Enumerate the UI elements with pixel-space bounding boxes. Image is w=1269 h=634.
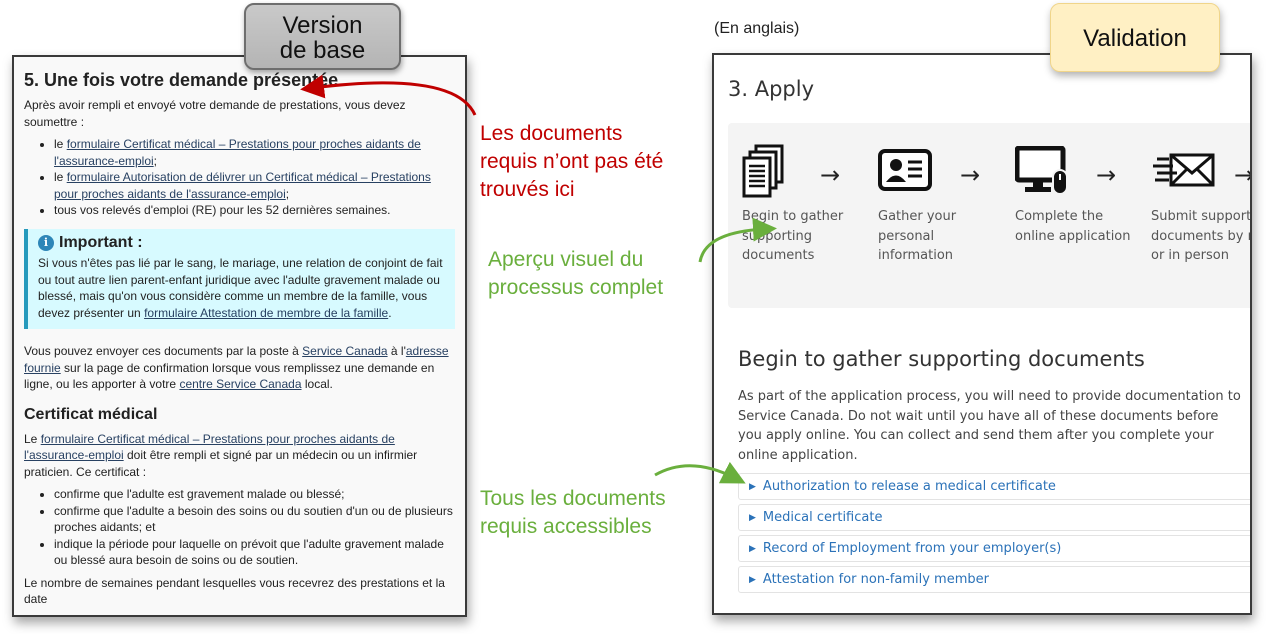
id-card-icon <box>878 143 1008 199</box>
section-title: Begin to gather supporting documents <box>738 347 1145 371</box>
list-item: confirme que l'adulte a besoin des soins… <box>54 503 455 536</box>
step-online-application: Complete the online application <box>1015 143 1145 246</box>
validation-tag: Validation <box>1050 3 1220 72</box>
annotation-all-docs-accessible: Tous les documents requis accessibles <box>480 487 666 538</box>
triangle-right-icon: ▶ <box>749 481 756 492</box>
list-item: confirme que l'adulte est gravement mala… <box>54 486 455 503</box>
arrow-right-icon: → <box>820 161 841 189</box>
arrow-right-icon: → <box>1096 161 1117 189</box>
medical-certificate-form-link[interactable]: formulaire Certificat médical – Prestati… <box>54 137 421 168</box>
accordion-medical-certificate[interactable]: ▶ Medical certificate <box>738 504 1250 531</box>
apply-title: 3. Apply <box>728 77 814 101</box>
documents-accordion: ▶ Authorization to release a medical cert… <box>738 473 1250 597</box>
accordion-authorization[interactable]: ▶ Authorization to release a medical cert… <box>738 473 1250 500</box>
weeks-paragraph: Le nombre de semaines pendant lesquelles… <box>24 575 445 607</box>
language-note: (En anglais) <box>714 20 800 37</box>
accordion-record-of-employment[interactable]: ▶ Record of Employment from your employer… <box>738 535 1250 562</box>
medical-certificate-paragraph: Le formulaire Certificat médical – Prest… <box>24 431 418 479</box>
important-notice: i Important : Si vous n'êtes pas lié par… <box>24 228 455 329</box>
section-description: As part of the application process, you … <box>738 389 1241 463</box>
arrow-right-icon: → <box>1234 161 1250 189</box>
triangle-right-icon: ▶ <box>749 543 756 554</box>
list-item: tous vos relevés d'emploi (RE) pour les … <box>54 202 455 219</box>
baseline-page-panel: 5. Une fois votre demande présentée Aprè… <box>12 55 467 617</box>
baseline-intro: Après avoir rempli et envoyé votre deman… <box>24 98 406 129</box>
step-gather-documents: Begin to gather supporting documents <box>742 143 872 266</box>
step-personal-info: Gather your personal information <box>878 143 1008 266</box>
computer-icon <box>1015 143 1145 199</box>
list-item: indique la période pour laquelle on prév… <box>54 536 455 569</box>
annotation-docs-not-found: Les documents requis n’ont pas été trouv… <box>480 122 664 201</box>
arrow-right-icon: → <box>960 161 981 189</box>
medical-certificate-heading: Certificat médical <box>24 405 158 423</box>
certificate-criteria-list: confirme que l'adulte est gravement mala… <box>24 486 455 569</box>
important-text: Si vous n'êtes pas lié par le sang, le m… <box>38 256 443 320</box>
baseline-heading: 5. Une fois votre demande présentée <box>24 70 339 90</box>
mail-paragraph: Vous pouvez envoyer ces documents par la… <box>24 344 449 391</box>
family-attestation-form-link[interactable]: formulaire Attestation de membre de la f… <box>144 306 388 320</box>
baseline-version-tag: Version de base <box>244 3 401 70</box>
accordion-attestation[interactable]: ▶ Attestation for non-family member <box>738 566 1250 593</box>
triangle-right-icon: ▶ <box>749 574 756 585</box>
authorization-form-link[interactable]: formulaire Autorisation de délivrer un C… <box>54 170 431 201</box>
documents-icon <box>742 143 872 199</box>
process-steps: Begin to gather supporting documents → G… <box>728 123 1250 308</box>
service-canada-link[interactable]: Service Canada <box>302 344 387 358</box>
validation-page-panel: 3. Apply Begin to gather supporting docu… <box>712 53 1252 615</box>
annotation-visual-overview: Aperçu visuel du processus complet <box>488 248 664 299</box>
important-title: Important : <box>59 233 143 251</box>
list-item: le formulaire Autorisation de délivrer u… <box>54 169 455 202</box>
service-canada-centre-link[interactable]: centre Service Canada <box>179 377 301 391</box>
triangle-right-icon: ▶ <box>749 512 756 523</box>
list-item: le formulaire Certificat médical – Prest… <box>54 136 455 169</box>
baseline-required-list: le formulaire Certificat médical – Prest… <box>24 136 455 219</box>
info-icon: i <box>38 234 54 251</box>
